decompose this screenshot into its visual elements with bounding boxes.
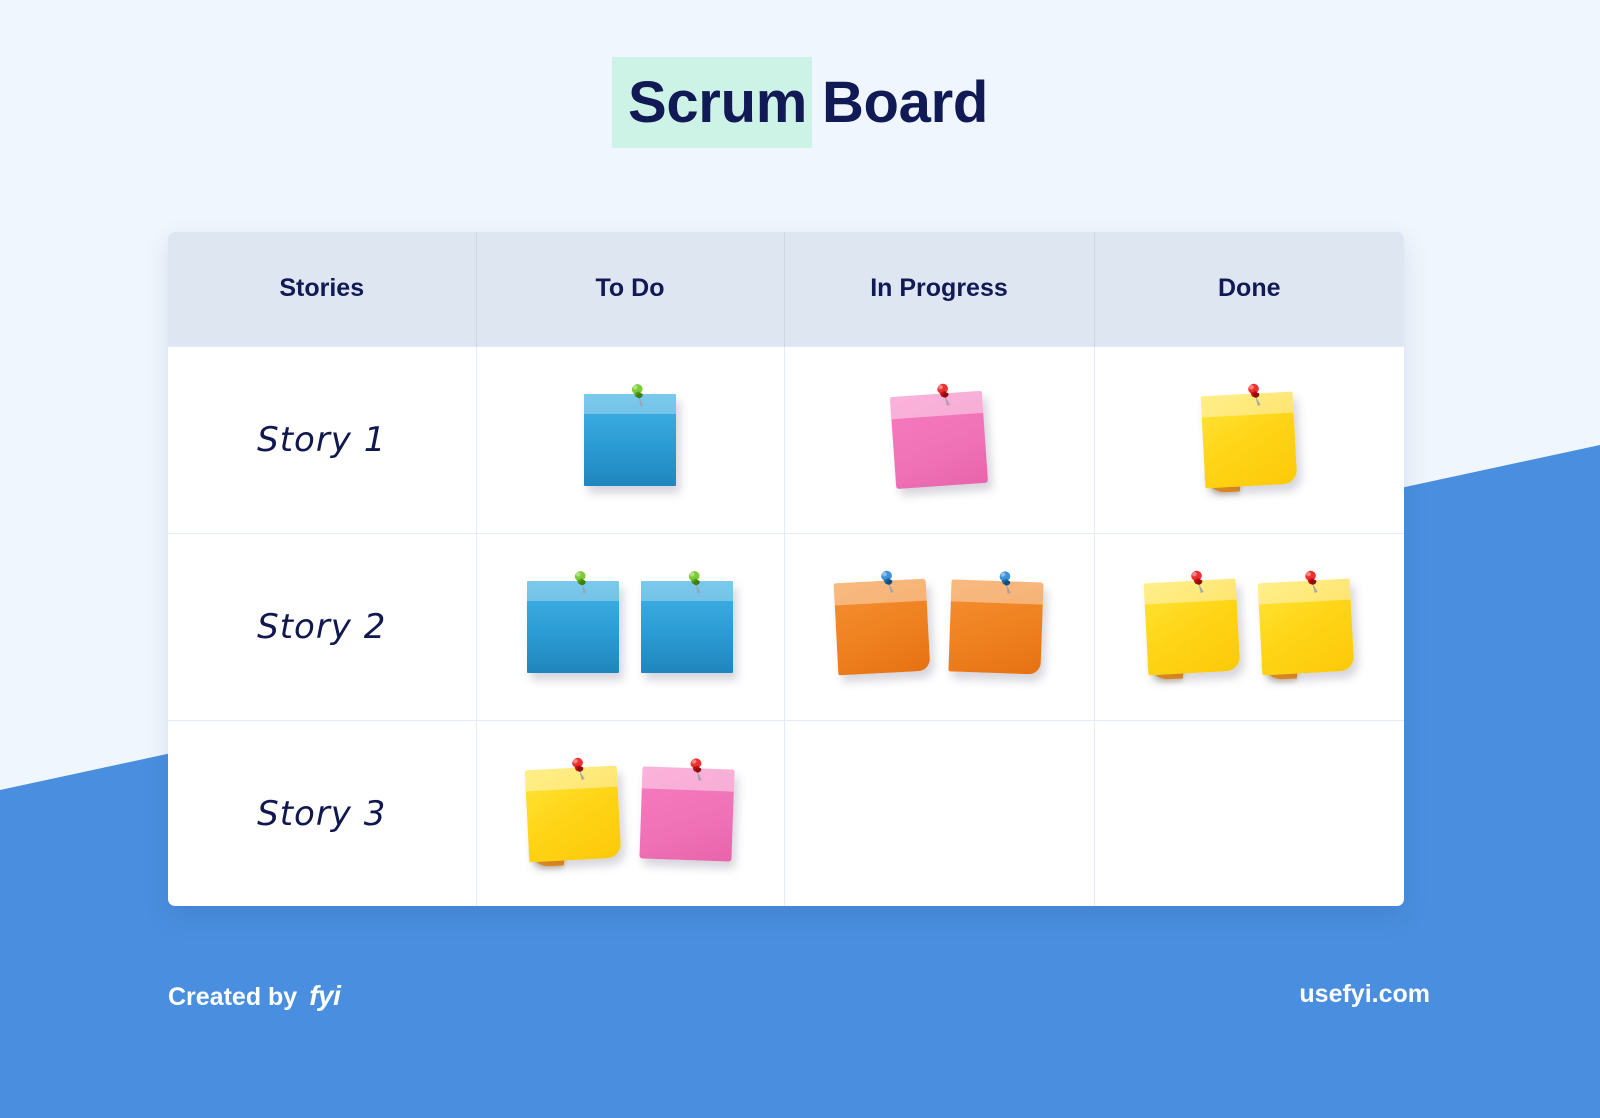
sticky-note-top-strip — [1200, 391, 1294, 417]
story-cell[interactable]: Story 3 — [168, 719, 477, 906]
sticky-note-top-strip — [584, 393, 676, 414]
table-row: Story 1 — [168, 345, 1405, 533]
notes-group — [785, 347, 1094, 533]
scrum-board-table: Stories To Do In Progress Done Story 1 St… — [168, 232, 1404, 906]
poster-canvas: Scrum Board Stories To Do In Progress Don… — [0, 0, 1600, 1118]
sticky-note-paper — [1257, 578, 1355, 675]
notes-group — [785, 534, 1094, 720]
sticky-note-paper — [641, 580, 733, 673]
header-row: Stories To Do In Progress Done — [168, 232, 1404, 346]
footer-website[interactable]: usefyi.com — [1299, 980, 1430, 1009]
story-label: Story 3 — [257, 793, 387, 834]
sticky-note-paper — [524, 765, 622, 863]
sticky-note-paper — [639, 766, 735, 862]
sticky-note-top-strip — [889, 390, 984, 419]
notes-group — [477, 534, 784, 720]
sticky-note-yellow[interactable] — [1257, 570, 1355, 680]
story-label: Story 1 — [257, 419, 387, 460]
page-title-rest: Board — [821, 70, 989, 135]
scrum-board-card: Stories To Do In Progress Done Story 1 St… — [168, 232, 1404, 906]
page-title-wrapper: Scrum Board — [0, 57, 1600, 148]
footer-created-by-label: Created by — [168, 983, 298, 1011]
table-header: Stories To Do In Progress Done — [168, 232, 1404, 346]
page-title: Scrum Board — [611, 57, 988, 148]
notes-cell-done[interactable] — [1094, 532, 1405, 720]
story-cell[interactable]: Story 1 — [168, 345, 477, 533]
sticky-note-paper — [584, 393, 676, 486]
sticky-note-top-strip — [641, 766, 735, 792]
sticky-note-blue[interactable] — [527, 570, 619, 673]
sticky-note-orange[interactable] — [948, 570, 1044, 675]
sticky-note-top-strip — [1257, 578, 1351, 604]
sticky-note-top-strip — [1143, 578, 1237, 604]
column-header-done[interactable]: Done — [1094, 232, 1404, 346]
notes-group — [1095, 721, 1405, 907]
notes-group — [1095, 347, 1405, 533]
notes-cell-in-progress[interactable] — [784, 719, 1095, 907]
footer-created-by: Created by fyi — [168, 980, 341, 1012]
notes-group — [785, 721, 1094, 907]
sticky-note-pink[interactable] — [889, 383, 989, 489]
sticky-note-paper — [833, 578, 931, 675]
column-header-todo[interactable]: To Do — [476, 232, 785, 346]
notes-cell-in-progress[interactable] — [784, 532, 1095, 720]
sticky-note-paper — [1143, 578, 1241, 675]
notes-cell-to-do[interactable] — [476, 532, 785, 720]
table-row: Story 2 — [168, 532, 1405, 720]
table-row: Story 3 — [168, 719, 1405, 907]
sticky-note-pink[interactable] — [639, 758, 735, 862]
column-header-stories[interactable]: Stories — [168, 232, 477, 346]
story-label: Story 2 — [257, 606, 387, 647]
footer-brand-fyi: fyi — [309, 980, 341, 1011]
sticky-note-yellow[interactable] — [1200, 383, 1298, 493]
story-cell[interactable]: Story 2 — [168, 532, 477, 720]
sticky-note-yellow[interactable] — [524, 757, 622, 868]
notes-cell-done[interactable] — [1094, 345, 1405, 533]
sticky-note-orange[interactable] — [833, 570, 931, 675]
sticky-note-top-strip — [641, 580, 733, 601]
sticky-note-top-strip — [833, 578, 927, 605]
sticky-note-blue[interactable] — [641, 570, 733, 673]
sticky-note-paper — [948, 578, 1044, 675]
sticky-note-blue[interactable] — [584, 383, 676, 486]
sticky-note-top-strip — [524, 765, 618, 792]
sticky-note-top-strip — [950, 578, 1044, 605]
notes-group — [477, 347, 784, 533]
sticky-note-paper — [889, 390, 989, 489]
notes-cell-to-do[interactable] — [476, 719, 785, 907]
sticky-note-yellow[interactable] — [1143, 570, 1241, 680]
sticky-note-paper — [1200, 391, 1298, 488]
notes-group — [477, 721, 784, 907]
notes-cell-to-do[interactable] — [476, 345, 785, 533]
table-body: Story 1 Story 2 Story 3 — [168, 345, 1405, 907]
sticky-note-paper — [527, 580, 619, 673]
notes-group — [1095, 534, 1405, 720]
notes-cell-in-progress[interactable] — [784, 345, 1095, 533]
sticky-note-top-strip — [527, 580, 619, 601]
notes-cell-done[interactable] — [1094, 719, 1405, 907]
column-header-in-progress[interactable]: In Progress — [784, 232, 1095, 346]
page-title-highlight: Scrum — [611, 57, 812, 148]
